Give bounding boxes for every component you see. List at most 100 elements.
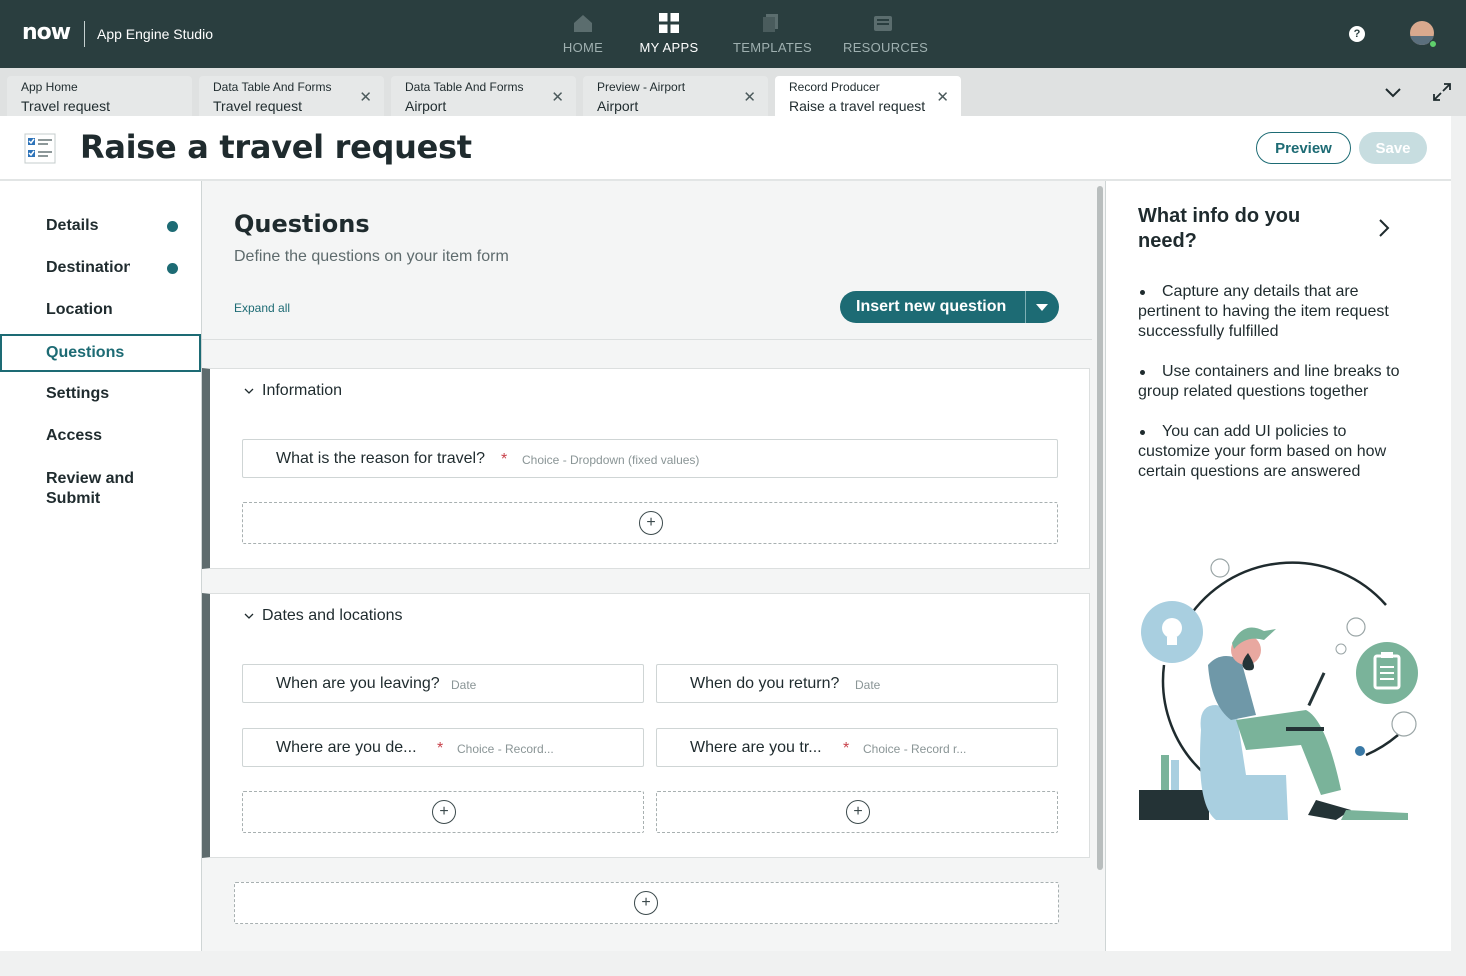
nav-templates[interactable]: TEMPLATES: [733, 12, 813, 62]
tab-data-table-airport[interactable]: Data Table And Forms Airport ✕: [391, 76, 576, 116]
nav-step-label: Destination: [46, 259, 130, 276]
nav-step-settings[interactable]: Settings: [0, 375, 201, 413]
question-type: Choice - Record r...: [863, 742, 967, 756]
form-checklist-icon: [24, 133, 56, 164]
servicenow-logo[interactable]: now: [22, 20, 71, 45]
nav-templates-label: TEMPLATES: [733, 40, 813, 55]
add-container-dropzone[interactable]: +: [234, 882, 1059, 924]
tab-preview-airport[interactable]: Preview - Airport Airport ✕: [583, 76, 768, 116]
nav-step-location[interactable]: Location: [0, 291, 201, 329]
add-icon[interactable]: +: [846, 800, 870, 824]
top-navigation-bar: now App Engine Studio HOME MY APPS TEMPL…: [0, 0, 1466, 68]
question-field[interactable]: Where are you de... * Choice - Record...: [242, 728, 644, 767]
question-label: Where are you de...: [276, 739, 417, 756]
question-label: When are you leaving?: [276, 675, 440, 692]
close-icon[interactable]: ✕: [743, 88, 756, 106]
question-label: When do you return?: [690, 675, 840, 692]
question-field[interactable]: Where are you tr... * Choice - Record r.…: [656, 728, 1058, 767]
close-icon[interactable]: ✕: [551, 88, 564, 106]
question-type: Date: [451, 678, 477, 692]
nav-step-label: Questions: [46, 344, 125, 361]
nav-step-label: Review and Submit: [46, 470, 135, 507]
chevron-down-icon[interactable]: [244, 611, 254, 621]
completed-indicator: [167, 263, 178, 274]
add-question-dropzone[interactable]: +: [242, 791, 644, 833]
close-icon[interactable]: ✕: [359, 88, 372, 106]
button-separator: [1025, 291, 1026, 323]
nav-step-label: Access: [46, 427, 103, 444]
required-indicator: *: [843, 740, 850, 757]
container-title: Dates and locations: [262, 607, 403, 624]
add-question-dropzone[interactable]: +: [242, 502, 1058, 544]
question-label: What is the reason for travel?: [276, 450, 485, 467]
insert-button-label: Insert new question: [856, 298, 1007, 315]
tab-record-producer[interactable]: Record Producer Raise a travel request ✕: [775, 76, 961, 116]
nav-step-label: Location: [46, 301, 113, 318]
chevron-down-icon[interactable]: [1383, 82, 1403, 102]
tab-line2: Travel request: [21, 98, 110, 114]
document-tab-strip: App Home Travel request Data Table And F…: [0, 68, 1466, 116]
expand-all-link[interactable]: Expand all: [234, 301, 290, 315]
preview-button[interactable]: Preview: [1256, 132, 1351, 164]
tab-data-table-travel[interactable]: Data Table And Forms Travel request ✕: [199, 76, 384, 116]
tab-line1: Data Table And Forms: [405, 80, 524, 94]
nav-step-destination[interactable]: Destination: [0, 249, 201, 287]
tab-line2: Airport: [405, 98, 447, 114]
save-button[interactable]: Save: [1359, 132, 1427, 164]
page-title: Raise a travel request: [80, 128, 472, 166]
nav-home-label: HOME: [562, 40, 604, 55]
tab-line2: Travel request: [213, 98, 302, 114]
nav-step-details[interactable]: Details: [0, 207, 201, 245]
help-tip: You can add UI policies to customize you…: [1138, 422, 1408, 482]
templates-icon: [763, 14, 778, 32]
window-edge: [1451, 116, 1466, 976]
scrollbar-thumb[interactable]: [1097, 186, 1103, 870]
expand-icon[interactable]: [1432, 82, 1452, 102]
container-information: Information What is the reason for trave…: [202, 368, 1090, 569]
home-icon: [574, 15, 592, 32]
window-bottom-edge: [0, 951, 1466, 976]
nav-step-access[interactable]: Access: [0, 417, 201, 455]
nav-step-questions[interactable]: Questions: [0, 334, 201, 372]
completed-indicator: [167, 221, 178, 232]
question-type: Choice - Dropdown (fixed values): [522, 453, 700, 467]
close-icon[interactable]: ✕: [936, 88, 949, 106]
nav-home[interactable]: HOME: [558, 12, 608, 62]
question-label: Where are you tr...: [690, 739, 822, 756]
help-icon[interactable]: ?: [1349, 26, 1365, 42]
nav-my-apps-label: MY APPS: [639, 40, 699, 55]
tab-app-home[interactable]: App Home Travel request: [7, 76, 192, 116]
nav-resources[interactable]: RESOURCES: [843, 12, 928, 62]
caret-down-icon[interactable]: [1036, 304, 1048, 311]
insert-new-question-button[interactable]: Insert new question: [840, 291, 1059, 323]
help-tip: Capture any details that are pertinent t…: [1138, 282, 1408, 342]
tab-line1: App Home: [21, 80, 78, 94]
container-dates-and-locations: Dates and locations When are you leaving…: [202, 593, 1090, 858]
question-field[interactable]: When do you return? Date: [656, 664, 1058, 703]
help-tip: Use containers and line breaks to group …: [1138, 362, 1408, 402]
nav-step-label: Details: [46, 217, 99, 234]
add-icon[interactable]: +: [432, 800, 456, 824]
tab-line1: Data Table And Forms: [213, 80, 332, 94]
add-icon[interactable]: +: [639, 511, 663, 535]
grid-icon: [659, 13, 679, 33]
tab-line2: Raise a travel request: [789, 98, 926, 114]
person-with-laptop-illustration: [1139, 558, 1418, 820]
question-field[interactable]: What is the reason for travel? * Choice …: [242, 439, 1058, 478]
chevron-right-icon[interactable]: [1377, 218, 1391, 238]
question-type: Choice - Record...: [457, 742, 554, 756]
question-type: Date: [855, 678, 881, 692]
add-icon[interactable]: +: [634, 891, 658, 915]
chevron-down-icon[interactable]: [244, 386, 254, 396]
tab-line2: Airport: [597, 98, 639, 114]
tab-line1: Record Producer: [789, 80, 880, 94]
help-tips-list: Capture any details that are pertinent t…: [1138, 282, 1408, 502]
nav-step-review-and-submit[interactable]: Review and Submit: [0, 469, 150, 513]
nav-my-apps[interactable]: MY APPS: [639, 12, 699, 62]
required-indicator: *: [501, 451, 508, 468]
question-field[interactable]: When are you leaving? Date: [242, 664, 644, 703]
add-question-dropzone[interactable]: +: [656, 791, 1058, 833]
section-description: Define the questions on your item form: [234, 248, 509, 265]
resources-icon: [874, 16, 892, 31]
divider: [202, 339, 1092, 340]
